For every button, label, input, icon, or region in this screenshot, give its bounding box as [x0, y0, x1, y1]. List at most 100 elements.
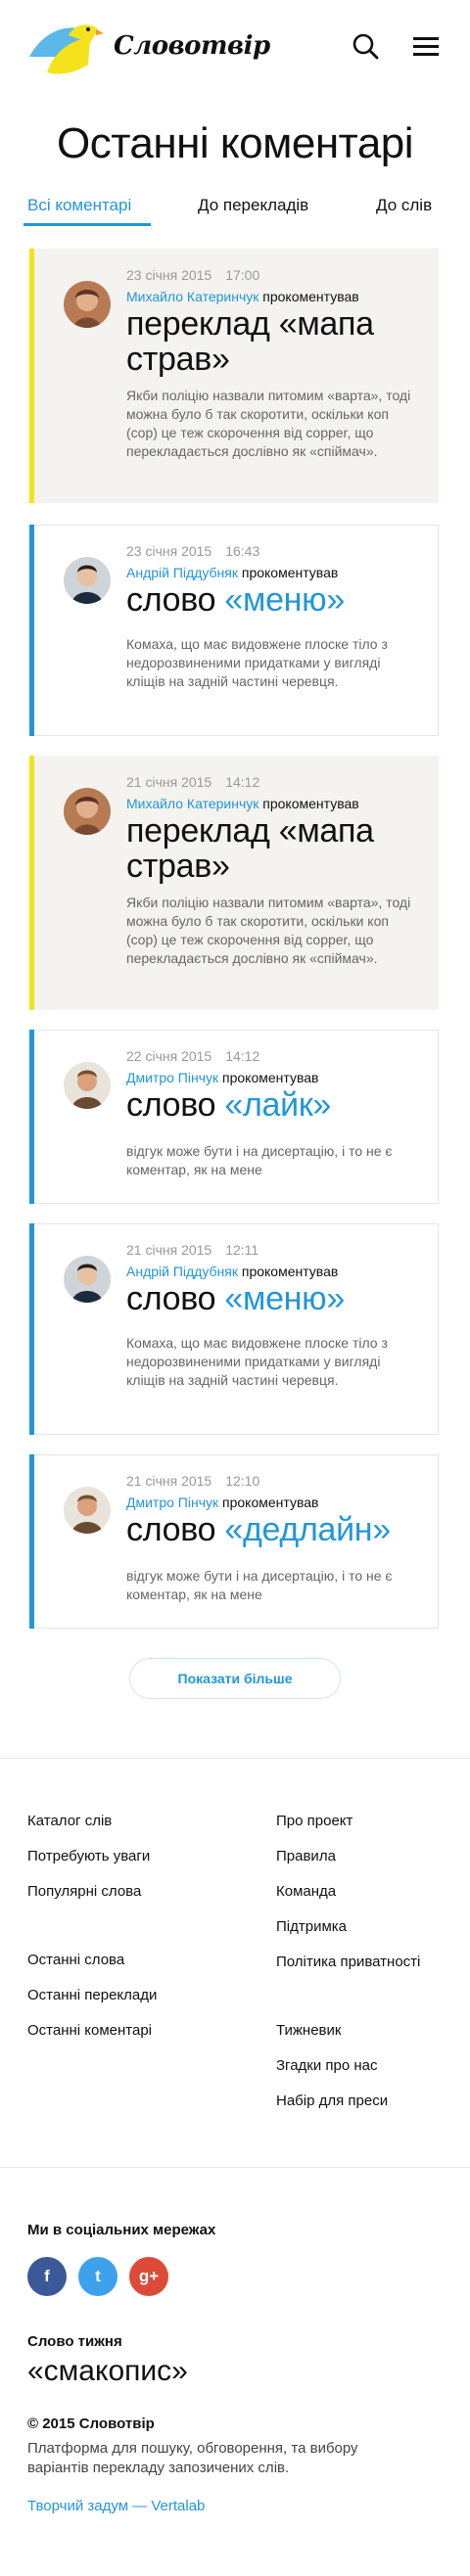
page-title: Останні коментарі: [56, 119, 414, 167]
comment-target-title[interactable]: слово «дедлайн»: [126, 1512, 430, 1547]
card-accent-bar: [29, 525, 34, 736]
author-link[interactable]: Андрій Піддубняк: [126, 565, 238, 580]
headline-word: «лайк»: [224, 1086, 332, 1124]
footer-link-word-catalog[interactable]: Каталог слів: [27, 1813, 112, 1829]
comment-meta: 21 січня 2015 12:10: [126, 1473, 259, 1489]
footer-link-press-kit[interactable]: Набір для преси: [276, 2093, 388, 2109]
action-text: прокоментував: [222, 1495, 319, 1510]
comment-date: 23 січня 2015: [126, 543, 212, 559]
card-accent-bar: [29, 1454, 34, 1629]
headline-prefix: слово: [126, 1511, 216, 1548]
avatar[interactable]: [64, 557, 111, 604]
comment-card[interactable]: 22 січня 2015 14:12 Дмитро Пінчук прокоме…: [29, 1030, 439, 1204]
menu-button[interactable]: [409, 29, 445, 65]
comment-byline: Андрій Піддубняк прокоментував: [126, 565, 338, 580]
footer-link-recent-words[interactable]: Останні слова: [27, 1952, 124, 1968]
word-of-week[interactable]: «смакопис»: [27, 2355, 188, 2388]
footer-link-about[interactable]: Про проект: [276, 1813, 352, 1829]
comment-time: 16:43: [225, 543, 260, 559]
search-button[interactable]: [349, 29, 384, 65]
avatar-portrait: [64, 788, 111, 835]
footer-link-weekly[interactable]: Тижневик: [276, 2022, 341, 2039]
footer-link-need-attention[interactable]: Потребують уваги: [27, 1848, 150, 1864]
comment-date: 21 січня 2015: [126, 774, 212, 790]
headline-word: «дедлайн»: [224, 1511, 391, 1548]
footer-link-press-mentions[interactable]: Згадки про нас: [276, 2057, 378, 2074]
footer-link-team[interactable]: Команда: [276, 1883, 336, 1900]
google-plus-button[interactable]: g+: [129, 2257, 168, 2296]
site-header: Словотвір: [0, 0, 470, 94]
author-link[interactable]: Михайло Катеринчук: [126, 796, 258, 811]
footer-divider: [0, 1758, 470, 1759]
headline-word: «меню»: [224, 581, 345, 619]
comment-time: 14:12: [225, 1048, 260, 1064]
facebook-icon: f: [44, 2267, 50, 2285]
comment-target-title[interactable]: переклад «мапа страв»: [126, 306, 430, 377]
footer-link-privacy[interactable]: Політика приватності: [276, 1954, 420, 1970]
comment-byline: Дмитро Пінчук прокоментував: [126, 1495, 318, 1510]
comment-byline: Михайло Катеринчук прокоментував: [126, 796, 359, 811]
tab-to-translations[interactable]: До перекладів: [198, 196, 308, 215]
comment-card[interactable]: 21 січня 2015 12:10 Дмитро Пінчук прокоме…: [29, 1454, 439, 1629]
footer-link-support[interactable]: Підтримка: [276, 1918, 347, 1935]
footer-link-recent-comments[interactable]: Останні коментарі: [27, 2022, 152, 2039]
avatar-portrait: [64, 1487, 111, 1534]
facebook-button[interactable]: f: [27, 2257, 67, 2296]
avatar[interactable]: [64, 1256, 111, 1303]
comment-target-title[interactable]: слово «меню»: [126, 1281, 430, 1316]
comment-date: 21 січня 2015: [126, 1242, 212, 1258]
author-link[interactable]: Дмитро Пінчук: [126, 1070, 218, 1085]
comment-date: 23 січня 2015: [126, 267, 212, 283]
card-accent-bar: [29, 756, 34, 1010]
footer-link-recent-translations[interactable]: Останні переклади: [27, 1987, 157, 2003]
avatar[interactable]: [64, 281, 111, 328]
logo-wordmark: Словотвір: [114, 31, 270, 61]
comment-text: Якби поліцію назвали питомим «варта», то…: [126, 895, 411, 966]
comment-card[interactable]: 23 січня 2015 17:00 Михайло Катеринчук пр…: [29, 249, 439, 503]
comment-text: відгук може бути і на дисертацію, і то н…: [126, 1143, 393, 1177]
comment-byline: Михайло Катеринчук прокоментував: [126, 289, 359, 304]
avatar[interactable]: [64, 788, 111, 835]
site-tagline: Платформа для пошуку, обговорення, та ви…: [27, 2440, 358, 2476]
credit-link[interactable]: Творчий задум — Vertalab: [27, 2498, 205, 2514]
author-link[interactable]: Михайло Катеринчук: [126, 289, 258, 304]
site-logo[interactable]: Словотвір: [25, 18, 270, 78]
tab-to-words[interactable]: До слів: [376, 196, 432, 215]
show-more-button[interactable]: Показати більше: [129, 1658, 341, 1699]
tab-all-comments[interactable]: Всі коментарі: [27, 196, 131, 215]
headline-prefix: слово: [126, 1280, 216, 1317]
comment-card[interactable]: 23 січня 2015 16:43 Андрій Піддубняк прок…: [29, 525, 439, 736]
comment-card[interactable]: 21 січня 2015 12:11 Андрій Піддубняк прок…: [29, 1223, 439, 1435]
action-text: прокоментував: [262, 796, 359, 811]
avatar[interactable]: [64, 1487, 111, 1534]
card-accent-bar: [29, 1223, 34, 1435]
card-accent-bar: [29, 249, 34, 503]
card-accent-bar: [29, 1030, 34, 1204]
comment-target-title[interactable]: слово «лайк»: [126, 1087, 430, 1123]
comment-text: Комаха, що має видовжене плоске тіло з н…: [126, 636, 388, 689]
footer-link-popular-words[interactable]: Популярні слова: [27, 1883, 141, 1900]
comment-byline: Андрій Піддубняк прокоментував: [126, 1264, 338, 1279]
comment-target-title[interactable]: слово «меню»: [126, 582, 430, 618]
avatar-portrait: [64, 557, 111, 604]
comment-byline: Дмитро Пінчук прокоментував: [126, 1070, 318, 1085]
comment-target-title[interactable]: переклад «мапа страв»: [126, 813, 430, 884]
twitter-icon: t: [95, 2267, 101, 2285]
twitter-button[interactable]: t: [78, 2257, 118, 2296]
comment-time: 14:12: [225, 774, 260, 790]
action-text: прокоментував: [222, 1070, 319, 1085]
comment-meta: 23 січня 2015 16:43: [126, 543, 259, 559]
footer-link-rules[interactable]: Правила: [276, 1848, 336, 1864]
comment-card[interactable]: 21 січня 2015 14:12 Михайло Катеринчук пр…: [29, 756, 439, 1010]
comment-meta: 21 січня 2015 12:11: [126, 1242, 258, 1258]
avatar[interactable]: [64, 1062, 111, 1109]
avatar-portrait: [64, 281, 111, 328]
comment-date: 22 січня 2015: [126, 1048, 212, 1064]
author-link[interactable]: Дмитро Пінчук: [126, 1495, 218, 1510]
word-of-week-title: Слово тижня: [27, 2333, 122, 2350]
comment-time: 12:10: [225, 1473, 260, 1489]
author-link[interactable]: Андрій Піддубняк: [126, 1264, 238, 1279]
comment-text: Якби поліцію назвали питомим «варта», то…: [126, 388, 411, 459]
google-plus-icon: g+: [138, 2267, 160, 2285]
action-text: прокоментував: [241, 565, 339, 580]
